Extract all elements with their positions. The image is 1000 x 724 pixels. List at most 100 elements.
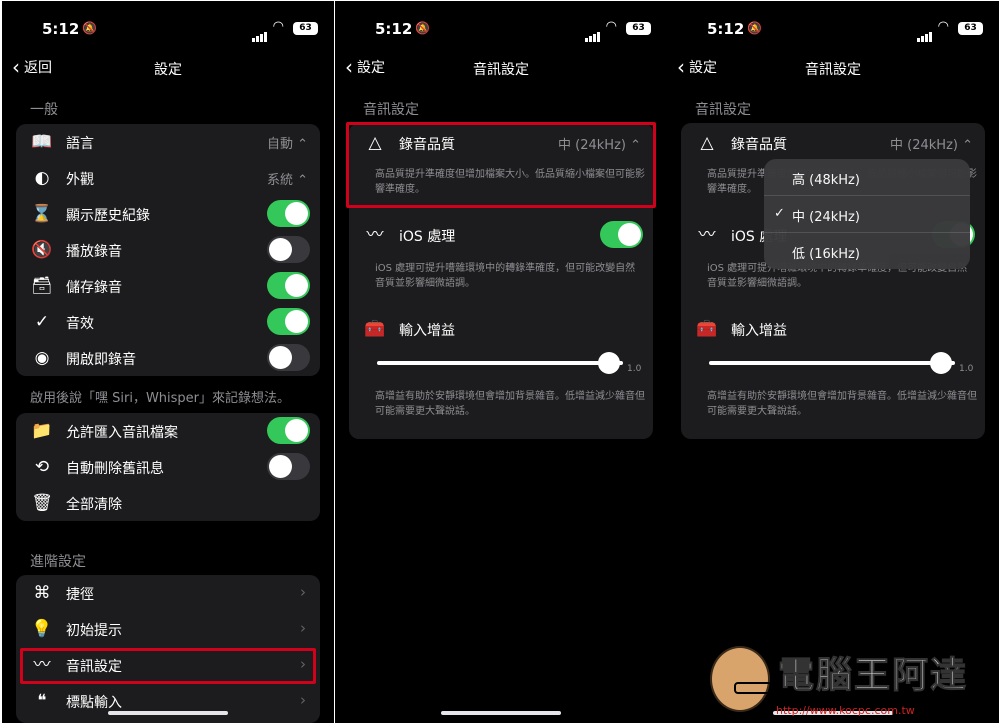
row-label: 音效 xyxy=(66,316,94,332)
speaker-off-icon: 🔇 xyxy=(31,240,53,260)
folder-add-icon: 📁 xyxy=(31,421,53,441)
settings-row[interactable]: ⌛ 顯示歷史紀錄 xyxy=(16,196,320,232)
row-label: 顯示歷史紀錄 xyxy=(66,208,150,224)
menu-option-low[interactable]: 低 (16kHz) xyxy=(764,233,970,269)
input-gain-row: 🧰 輸入增益 xyxy=(681,311,985,347)
toggle-switch[interactable] xyxy=(267,200,310,227)
toggle-switch[interactable] xyxy=(267,453,310,480)
chevron-right-icon: › xyxy=(300,619,306,637)
mute-bell-icon: 🔕 xyxy=(415,21,430,35)
settings-row[interactable]: ◉ 開啟即錄音 xyxy=(16,340,320,376)
toggle-switch[interactable] xyxy=(267,236,310,263)
row-label: 儲存錄音 xyxy=(66,280,122,296)
menu-option-label: 中 (24kHz) xyxy=(792,210,860,225)
toolbox-icon: 🧰 xyxy=(696,319,718,339)
row-label: 外觀 xyxy=(66,172,94,188)
settings-row[interactable]: ⌘ 捷徑 › xyxy=(16,575,320,611)
battery-icon: 63 xyxy=(293,22,318,35)
watermark-text: 電腦王阿達 xyxy=(777,655,969,697)
toggle-switch[interactable] xyxy=(267,272,310,299)
audio-settings-screen: 5:12 🔕 ◠ 63 ‹ 設定 音訊設定 音訊設定 △ 錄音品質 中 (24kH… xyxy=(335,1,667,723)
nav-bar: ‹ 設定 音訊設定 xyxy=(667,53,999,83)
gain-value: 1.0 xyxy=(627,364,642,374)
row-value[interactable]: 自動 ⌃ xyxy=(267,133,308,152)
row-label: 初始提示 xyxy=(66,623,122,639)
input-gain-row: 🧰 輸入增益 xyxy=(349,311,653,347)
wifi-icon: ◠ xyxy=(272,19,284,34)
home-indicator xyxy=(108,711,228,715)
toolbox-icon: 🧰 xyxy=(364,319,386,339)
slider-knob[interactable] xyxy=(930,352,952,374)
half-circle-icon: ◐ xyxy=(34,168,50,188)
wifi-icon: ◠ xyxy=(937,19,949,34)
section-header-audio: 音訊設定 xyxy=(363,102,419,118)
toggle-switch[interactable] xyxy=(267,308,310,335)
quote-icon: ❝ xyxy=(37,691,47,711)
waveform-icon: 〰 xyxy=(366,225,384,245)
mute-bell-icon: 🔕 xyxy=(747,21,762,35)
settings-row[interactable]: 📁 允許匯入音訊檔案 xyxy=(16,413,320,449)
row-value[interactable]: 系統 ⌃ xyxy=(267,169,308,188)
row-label: 標點輸入 xyxy=(66,695,122,711)
section-header-general: 一般 xyxy=(30,102,58,118)
quality-label: 錄音品質 xyxy=(731,137,787,153)
cellular-signal-icon xyxy=(917,23,933,42)
status-bar: 5:12 🔕 ◠ 63 xyxy=(335,1,667,57)
input-gain-description: 高增益有助於安靜環境但會增加背景雜音。低增益減少雜音但可能需要更大聲說話。 xyxy=(375,391,645,417)
mascot-face-icon xyxy=(710,646,772,712)
book-icon: 📖 xyxy=(31,132,53,152)
row-label: 語言 xyxy=(66,136,94,152)
chevron-right-icon: › xyxy=(300,691,306,709)
menu-option-label: 低 (16kHz) xyxy=(792,247,860,262)
slider-knob[interactable] xyxy=(598,352,620,374)
settings-row[interactable]: 💡 初始提示 › xyxy=(16,611,320,647)
wifi-icon: ◠ xyxy=(605,19,617,34)
gain-value: 1.0 xyxy=(959,364,974,374)
settings-row[interactable]: 📖 語言 自動 ⌃ xyxy=(16,124,320,160)
status-bar: 5:12 🔕 ◠ 63 xyxy=(2,1,334,57)
highlight-box xyxy=(346,122,656,208)
input-gain-slider[interactable] xyxy=(709,361,955,365)
chevron-right-icon: › xyxy=(300,583,306,601)
checkmark-icon: ✓ xyxy=(34,312,50,332)
nav-bar: ‹ 設定 音訊設定 xyxy=(335,53,667,83)
settings-row[interactable]: 🗑 全部清除 xyxy=(16,485,320,521)
page-title: 音訊設定 xyxy=(805,62,861,78)
record-icon: ◉ xyxy=(34,348,50,368)
waveform-icon: 〰 xyxy=(698,225,716,245)
settings-row[interactable]: ◐ 外觀 系統 ⌃ xyxy=(16,160,320,196)
ios-processing-description: iOS 處理可提升嘈雜環境中的轉錄準確度，但可能改變自然音質並影響細微語調。 xyxy=(375,263,636,289)
settings-row[interactable]: ⟲ 自動刪除舊訊息 xyxy=(16,449,320,485)
triangle-icon: △ xyxy=(700,133,714,153)
settings-row[interactable]: ✓ 音效 xyxy=(16,304,320,340)
toggle-switch[interactable] xyxy=(267,344,310,371)
status-time: 5:12 xyxy=(707,20,745,38)
siri-note: 啟用後說「嘿 Siri，Whisper」來記錄想法。 xyxy=(30,391,291,406)
section-header-advanced: 進階設定 xyxy=(30,554,86,570)
input-gain-slider[interactable] xyxy=(377,361,623,365)
row-label: 播放錄音 xyxy=(66,244,122,260)
page-title: 音訊設定 xyxy=(473,62,529,78)
cellular-signal-icon xyxy=(252,23,268,42)
input-gain-description: 高增益有助於安靜環境但會增加背景雜音。低增益減少雜音但可能需要更大聲說話。 xyxy=(707,391,977,417)
menu-option-high[interactable]: 高 (48kHz) xyxy=(764,159,970,195)
settings-row[interactable]: 🗃 儲存錄音 xyxy=(16,268,320,304)
mute-bell-icon: 🔕 xyxy=(82,21,97,35)
quality-value[interactable]: 中 (24kHz) ⌃ xyxy=(890,134,973,153)
ios-processing-toggle[interactable] xyxy=(600,221,643,248)
trash-icon: 🗑 xyxy=(31,493,53,513)
lightbulb-icon: 💡 xyxy=(31,619,53,639)
quality-row[interactable]: △ 錄音品質 中 (24kHz) ⌃ xyxy=(681,125,985,161)
audio-settings-menu-screen: 5:12 🔕 ◠ 63 ‹ 設定 音訊設定 音訊設定 △ 錄音品質 中 (24kH… xyxy=(667,1,999,723)
section-header-audio: 音訊設定 xyxy=(695,102,751,118)
menu-option-medium[interactable]: ✓ 中 (24kHz) xyxy=(764,196,970,232)
quality-dropdown-menu: 高 (48kHz) ✓ 中 (24kHz) 低 (16kHz) xyxy=(764,159,970,269)
settings-screen: 5:12 🔕 ◠ 63 ‹ 返回 設定 一般 📖 語言 自動 ⌃ ◐ 外觀 系統 ⌃ ⌛ 顯示歷… xyxy=(2,1,334,723)
input-gain-label: 輸入增益 xyxy=(399,323,455,339)
settings-row[interactable]: 🔇 播放錄音 xyxy=(16,232,320,268)
import-settings-card: 📁 允許匯入音訊檔案 ⟲ 自動刪除舊訊息 🗑 全部清除 xyxy=(16,413,320,521)
command-icon: ⌘ xyxy=(33,583,51,603)
ios-processing-label: iOS 處理 xyxy=(399,229,456,245)
toggle-switch[interactable] xyxy=(267,417,310,444)
glasses-icon xyxy=(734,682,772,694)
